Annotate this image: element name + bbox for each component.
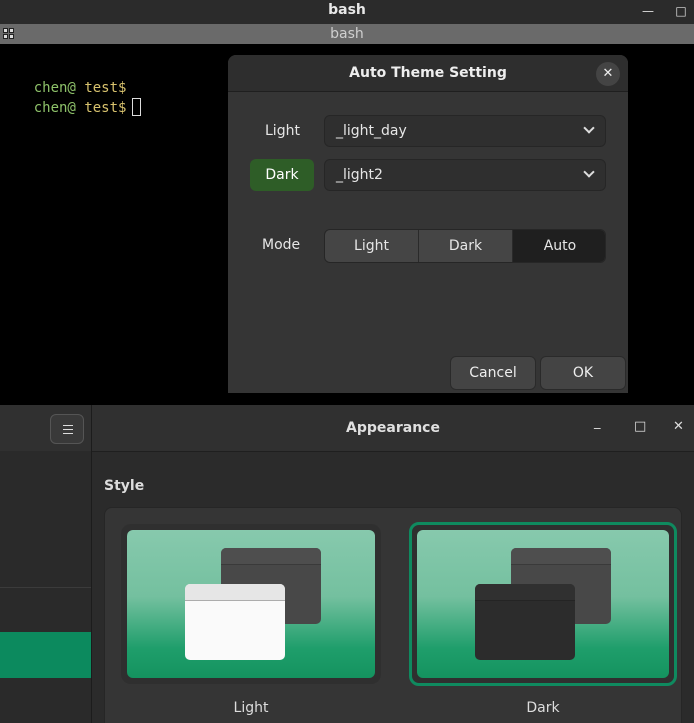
appearance-header: Appearance _ □ ✕ bbox=[92, 405, 694, 451]
appearance-close-button[interactable]: ✕ bbox=[673, 419, 684, 434]
appearance-content: Style Light Dark bbox=[92, 451, 694, 723]
style-dark-option[interactable] bbox=[409, 522, 677, 686]
terminal-line: chen@ test$ bbox=[0, 82, 142, 132]
mode-toggle-group: Light Dark Auto bbox=[324, 229, 606, 263]
dark-theme-label: Dark bbox=[250, 159, 314, 191]
dark-theme-value: _light2 bbox=[336, 167, 383, 183]
sidebar-item-appearance[interactable] bbox=[0, 632, 91, 678]
settings-sidebar bbox=[0, 451, 92, 723]
light-theme-select[interactable]: _light_day bbox=[324, 115, 606, 147]
sidebar-header bbox=[0, 405, 92, 451]
auto-theme-dialog: Auto Theme Setting ✕ Light _light_day Da… bbox=[228, 55, 628, 393]
appearance-title: Appearance bbox=[346, 420, 440, 436]
appearance-maximize-button[interactable]: □ bbox=[634, 419, 646, 434]
mode-auto-button[interactable]: Auto bbox=[513, 230, 605, 262]
style-dark-label: Dark bbox=[526, 700, 560, 716]
style-light-label: Light bbox=[233, 700, 269, 716]
chevron-down-icon bbox=[583, 122, 595, 134]
terminal-window-title: bash bbox=[328, 2, 366, 18]
preview-front-window bbox=[475, 584, 575, 660]
cancel-button[interactable]: Cancel bbox=[450, 356, 536, 390]
prompt-user: chen@ bbox=[33, 100, 76, 116]
preview-front-window bbox=[185, 584, 285, 660]
dialog-title: Auto Theme Setting bbox=[349, 65, 507, 81]
style-section-label: Style bbox=[104, 478, 145, 494]
mode-label: Mode bbox=[262, 237, 301, 253]
dialog-header: Auto Theme Setting ✕ bbox=[228, 55, 628, 92]
dialog-close-button[interactable]: ✕ bbox=[596, 62, 620, 86]
ok-button[interactable]: OK bbox=[540, 356, 626, 390]
hamburger-menu-button[interactable] bbox=[50, 414, 84, 444]
terminal-minimize-button[interactable]: — bbox=[640, 2, 656, 20]
dark-preview bbox=[417, 530, 669, 678]
terminal-tabbar: bash bbox=[0, 24, 694, 44]
dark-theme-select[interactable]: _light2 bbox=[324, 159, 606, 191]
terminal-maximize-button[interactable]: □ bbox=[673, 2, 689, 20]
style-options-frame: Light Dark bbox=[104, 507, 682, 723]
style-light-option[interactable] bbox=[121, 524, 381, 684]
mode-light-button[interactable]: Light bbox=[325, 230, 419, 262]
chevron-down-icon bbox=[583, 166, 595, 178]
terminal-tab-title[interactable]: bash bbox=[0, 26, 694, 42]
appearance-minimize-button[interactable]: _ bbox=[594, 415, 601, 430]
prompt-path: test$ bbox=[84, 100, 127, 116]
light-theme-value: _light_day bbox=[336, 123, 407, 139]
mode-dark-button[interactable]: Dark bbox=[419, 230, 513, 262]
terminal-cursor bbox=[132, 98, 142, 116]
light-preview bbox=[127, 530, 375, 678]
terminal-titlebar: bash — □ bbox=[0, 0, 694, 24]
sidebar-divider bbox=[0, 587, 91, 588]
light-theme-label: Light bbox=[265, 123, 300, 139]
